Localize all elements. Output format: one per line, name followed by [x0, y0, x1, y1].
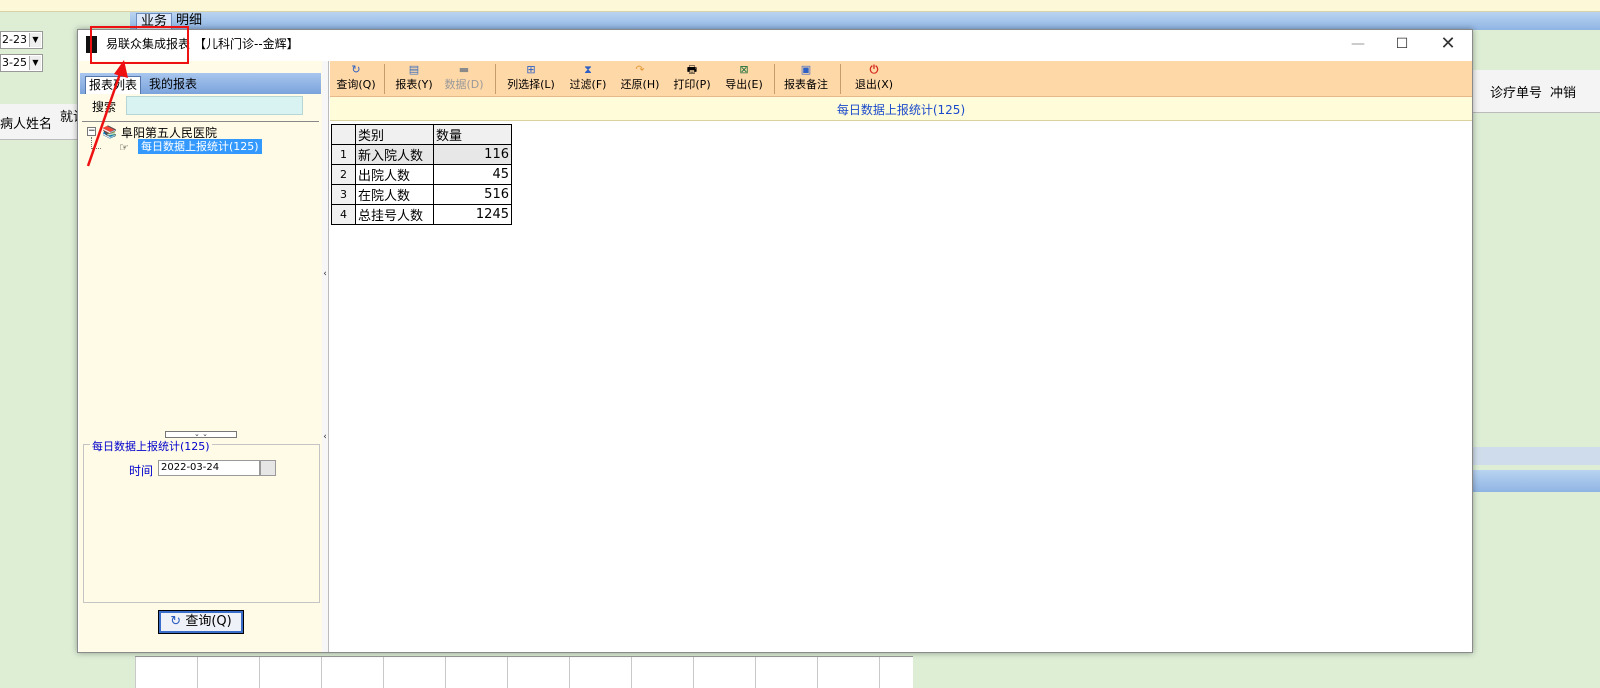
minimize-icon[interactable]: —: [1336, 33, 1380, 57]
toolbar-divider: [495, 64, 496, 94]
report-icon: ▤: [408, 63, 420, 76]
query-button[interactable]: ↻ 查询(Q): [158, 610, 244, 634]
columns-icon: ⊞: [526, 63, 536, 76]
corner-cell[interactable]: [331, 124, 356, 145]
bg-tabstrip: 业务 明细: [130, 12, 1600, 30]
collapse-left-icon[interactable]: ‹: [322, 268, 328, 280]
table-row[interactable]: 3 在院人数 516: [331, 184, 512, 205]
excel-icon: ⊠: [739, 63, 749, 76]
column-select-button[interactable]: ⊞ 列选择(L): [502, 63, 560, 95]
report-toolbar: ↻ 查询(Q) ▤ 报表(Y) ▬ 数据(D) ⊞ 列选择(L) ⧗ 过滤(F) ↷ 还原(…: [330, 61, 1472, 97]
redo-icon: ↷: [635, 63, 645, 76]
bg-date-from-value: 2-23: [2, 33, 27, 46]
power-icon: ⏻: [869, 63, 879, 76]
tab-my-reports[interactable]: 我的报表: [146, 76, 200, 94]
table-row[interactable]: 1 新入院人数 116: [331, 144, 512, 165]
category-cell[interactable]: 新入院人数: [355, 144, 434, 165]
count-cell[interactable]: 116: [433, 144, 512, 165]
count-cell[interactable]: 45: [433, 164, 512, 185]
bg-scrollbar: [1472, 447, 1600, 465]
collapse-left-icon[interactable]: ‹: [322, 431, 328, 443]
bg-date-to-value: 3-25: [2, 56, 27, 69]
window-titlebar[interactable]: 易联众集成报表 【儿科门诊--金辉】 — ☐ ✕: [78, 30, 1472, 60]
category-cell[interactable]: 出院人数: [355, 164, 434, 185]
category-cell[interactable]: 总挂号人数: [355, 204, 434, 225]
exit-button[interactable]: ⏻ 退出(X): [852, 63, 896, 95]
bg-col-bill-number: 诊疗单号: [1490, 86, 1543, 101]
window-subtitle: 【儿科门诊--金辉】: [194, 37, 299, 51]
search-input[interactable]: [126, 96, 303, 115]
parameter-group: 每日数据上报统计(125) 时间 2022-03-24: [83, 438, 320, 603]
bg-top-toolbar: [0, 0, 1600, 12]
bg-col-visit: 就诊: [60, 110, 78, 125]
restore-button[interactable]: ↷ 还原(H): [618, 63, 662, 95]
row-number: 3: [331, 184, 356, 205]
refresh-icon: ↻: [351, 63, 361, 76]
print-button[interactable]: 🖶 打印(P): [670, 63, 714, 95]
printer-icon: 🖶: [686, 63, 698, 76]
time-field[interactable]: 2022-03-24: [158, 460, 260, 476]
query-tool-button[interactable]: ↻ 查询(Q): [334, 63, 378, 95]
bg-bottom-grid: [135, 656, 913, 688]
toolbar-divider: [840, 64, 841, 94]
report-table: 类别 数量 1 新入院人数 116 2 出院人数 45 3 在院人数 516 4…: [331, 124, 512, 225]
chevron-down-icon[interactable]: ▼: [29, 56, 41, 70]
funnel-icon: ⧗: [584, 63, 592, 76]
refresh-icon: ↻: [170, 614, 182, 629]
count-cell[interactable]: 516: [433, 184, 512, 205]
close-icon[interactable]: ✕: [1426, 33, 1470, 57]
bg-date-from[interactable]: 2-23 ▼: [0, 31, 43, 49]
row-number: 4: [331, 204, 356, 225]
image-note-icon: ▣: [800, 63, 812, 76]
report-title-bar: 每日数据上报统计(125): [330, 97, 1472, 121]
report-title: 每日数据上报统计(125): [836, 103, 966, 117]
bg-date-to[interactable]: 3-25 ▼: [0, 54, 43, 72]
annotation-arrow: [86, 60, 128, 167]
bg-blue-strip: [1472, 470, 1600, 492]
bg-col-reversal: 冲销: [1550, 86, 1577, 101]
toolbar-divider: [384, 64, 385, 94]
column-header-count[interactable]: 数量: [433, 124, 512, 145]
table-header-row: 类别 数量: [331, 124, 512, 145]
report-window: 易联众集成报表 【儿科门诊--金辉】 — ☐ ✕ 报表列表 我的报表 搜索 − …: [77, 29, 1473, 653]
row-number: 1: [331, 144, 356, 165]
filter-button[interactable]: ⧗ 过滤(F): [566, 63, 610, 95]
report-data-area: 类别 数量 1 新入院人数 116 2 出院人数 45 3 在院人数 516 4…: [330, 122, 1472, 652]
date-picker-button[interactable]: [260, 460, 276, 476]
row-number: 2: [331, 164, 356, 185]
query-button-label: 查询(Q): [185, 614, 232, 629]
toolbar-divider: [774, 64, 775, 94]
table-row[interactable]: 2 出院人数 45: [331, 164, 512, 185]
report-tool-button[interactable]: ▤ 报表(Y): [392, 63, 436, 95]
time-label: 时间: [129, 464, 154, 478]
category-cell[interactable]: 在院人数: [355, 184, 434, 205]
bg-col-patient-name: 病人姓名: [0, 117, 53, 132]
panel-splitter-handle[interactable]: ⌄ ⌄: [165, 431, 237, 438]
chevron-down-icon[interactable]: ▼: [29, 33, 41, 47]
count-cell[interactable]: 1245: [433, 204, 512, 225]
vertical-splitter[interactable]: ‹ ‹: [322, 61, 329, 652]
data-icon: ▬: [458, 63, 470, 76]
column-header-category[interactable]: 类别: [355, 124, 434, 145]
parameter-group-title: 每日数据上报统计(125): [90, 438, 212, 454]
export-button[interactable]: ⊠ 导出(E): [722, 63, 766, 95]
data-tool-button[interactable]: ▬ 数据(D): [442, 63, 486, 95]
report-notes-button[interactable]: ▣ 报表备注: [781, 63, 831, 95]
table-row[interactable]: 4 总挂号人数 1245: [331, 204, 512, 225]
tree-item-daily-report[interactable]: 每日数据上报统计(125): [138, 139, 262, 154]
maximize-icon[interactable]: ☐: [1380, 33, 1424, 57]
